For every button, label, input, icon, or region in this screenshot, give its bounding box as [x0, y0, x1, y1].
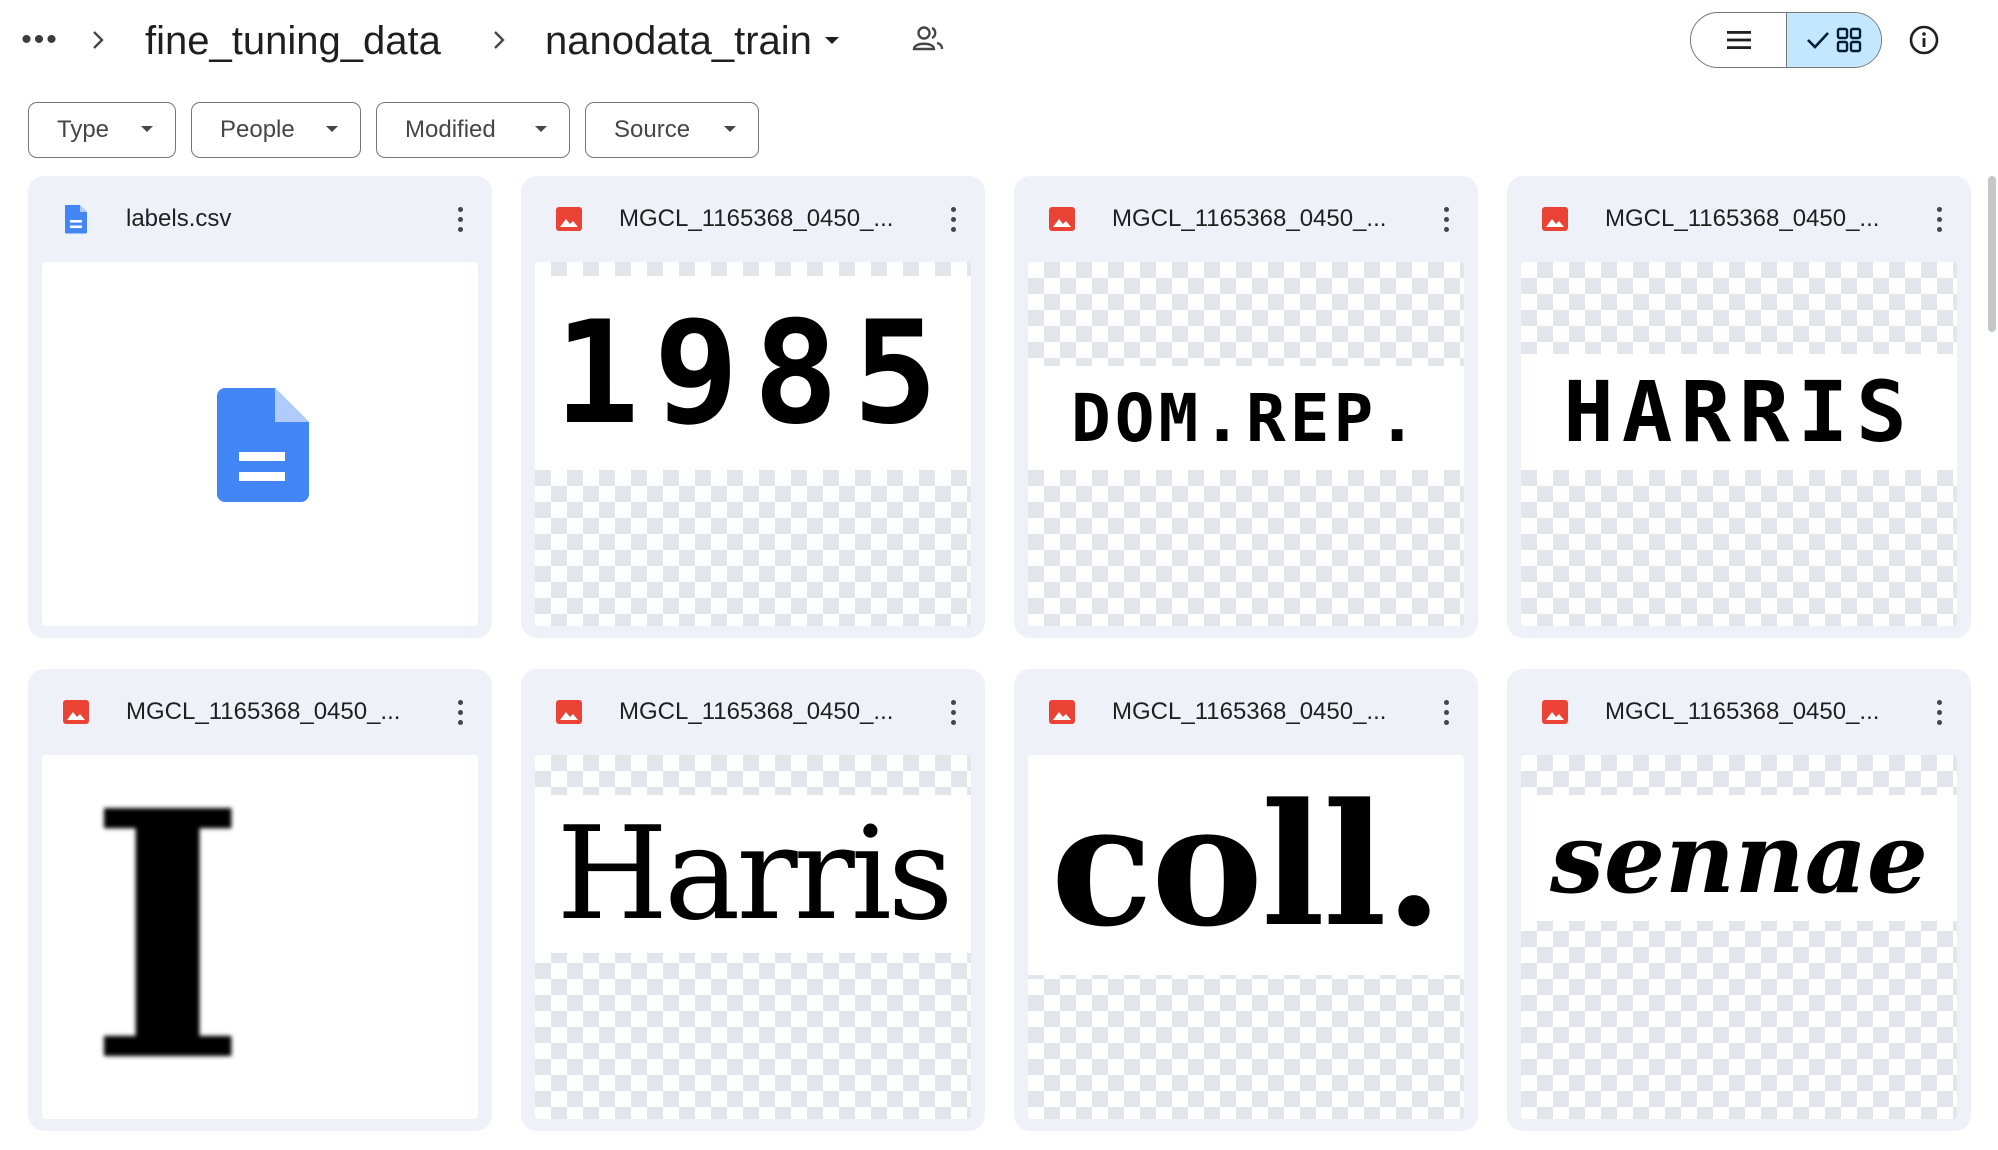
breadcrumb-more-button[interactable]: ••• [20, 22, 60, 58]
file-card[interactable]: MGCL_1165368_0450_... DOM.REP. [1014, 176, 1478, 638]
filter-people-label: People [220, 116, 295, 143]
image-icon [556, 207, 582, 231]
info-button[interactable] [1902, 18, 1946, 62]
more-actions-icon[interactable] [1921, 198, 1957, 240]
filter-modified-chip[interactable]: Modified [376, 102, 570, 158]
list-icon [1726, 31, 1751, 49]
preview-text: Harris [535, 795, 971, 953]
grid-view-button[interactable] [1786, 13, 1881, 67]
file-name: MGCL_1165368_0450_... [1112, 698, 1387, 725]
chevron-right-icon [86, 22, 110, 58]
check-grid-icon [1807, 27, 1862, 53]
info-icon [1909, 25, 1939, 55]
preview-text: 1985 [535, 276, 971, 470]
shared-people-icon[interactable] [912, 24, 952, 58]
filter-source-chip[interactable]: Source [585, 102, 759, 158]
filter-people-chip[interactable]: People [191, 102, 361, 158]
breadcrumb-parent-folder[interactable]: fine_tuning_data [145, 14, 441, 68]
more-actions-icon[interactable] [442, 691, 478, 733]
list-view-button[interactable] [1691, 13, 1786, 67]
caret-down-icon [535, 126, 547, 132]
caret-down-icon [141, 126, 153, 132]
image-thumbnail: DOM.REP. [1028, 262, 1464, 626]
filter-source-label: Source [614, 116, 691, 143]
preview-text: I [42, 755, 478, 1119]
file-name: MGCL_1165368_0450_... [619, 205, 894, 232]
file-thumbnail [42, 262, 478, 626]
filter-type-label: Type [57, 116, 110, 143]
top-bar: ••• fine_tuning_data nanodata_train [0, 0, 1998, 82]
caret-down-icon [824, 37, 839, 44]
more-actions-icon[interactable] [1428, 198, 1464, 240]
file-name: MGCL_1165368_0450_... [1605, 698, 1880, 725]
caret-down-icon [326, 126, 338, 132]
image-icon [1049, 700, 1075, 724]
image-thumbnail: coll. [1028, 755, 1464, 1119]
current-folder-name: nanodata_train [545, 18, 812, 63]
image-icon [1542, 700, 1568, 724]
image-icon [1049, 207, 1075, 231]
preview-text: DOM.REP. [1028, 366, 1464, 470]
image-thumbnail: 1985 [535, 262, 971, 626]
more-actions-icon[interactable] [1921, 691, 1957, 733]
chevron-right-icon [487, 22, 511, 58]
filter-type-chip[interactable]: Type [28, 102, 176, 158]
more-actions-icon[interactable] [442, 198, 478, 240]
file-card[interactable]: labels.csv [28, 176, 492, 638]
file-card[interactable]: MGCL_1165368_0450_... coll. [1014, 669, 1478, 1131]
preview-text: coll. [1028, 755, 1464, 975]
file-name: MGCL_1165368_0450_... [1605, 205, 1880, 232]
preview-text: sennae [1521, 795, 1957, 921]
more-actions-icon[interactable] [1428, 691, 1464, 733]
image-icon [556, 700, 582, 724]
file-name: MGCL_1165368_0450_... [619, 698, 894, 725]
image-thumbnail: sennae [1521, 755, 1957, 1119]
image-icon [1542, 207, 1568, 231]
file-name: MGCL_1165368_0450_... [1112, 205, 1387, 232]
file-card[interactable]: MGCL_1165368_0450_... I [28, 669, 492, 1131]
file-card[interactable]: MGCL_1165368_0450_... 1985 [521, 176, 985, 638]
image-thumbnail: I [42, 755, 478, 1119]
filter-modified-label: Modified [405, 116, 496, 143]
more-actions-icon[interactable] [935, 198, 971, 240]
file-card[interactable]: MGCL_1165368_0450_... sennae [1507, 669, 1971, 1131]
file-card[interactable]: MGCL_1165368_0450_... HARRIS [1507, 176, 1971, 638]
doc-icon [65, 205, 87, 234]
view-toggle [1690, 12, 1882, 68]
doc-icon [217, 388, 309, 502]
more-actions-icon[interactable] [935, 691, 971, 733]
file-name: labels.csv [126, 205, 232, 232]
image-thumbnail: HARRIS [1521, 262, 1957, 626]
caret-down-icon [724, 126, 736, 132]
file-name: MGCL_1165368_0450_... [126, 698, 401, 725]
preview-text: HARRIS [1521, 354, 1957, 470]
scrollbar-thumb[interactable] [1988, 176, 1996, 332]
file-card[interactable]: MGCL_1165368_0450_... Harris [521, 669, 985, 1131]
image-icon [63, 700, 89, 724]
breadcrumb-current-folder[interactable]: nanodata_train [545, 12, 840, 70]
image-thumbnail: Harris [535, 755, 971, 1119]
